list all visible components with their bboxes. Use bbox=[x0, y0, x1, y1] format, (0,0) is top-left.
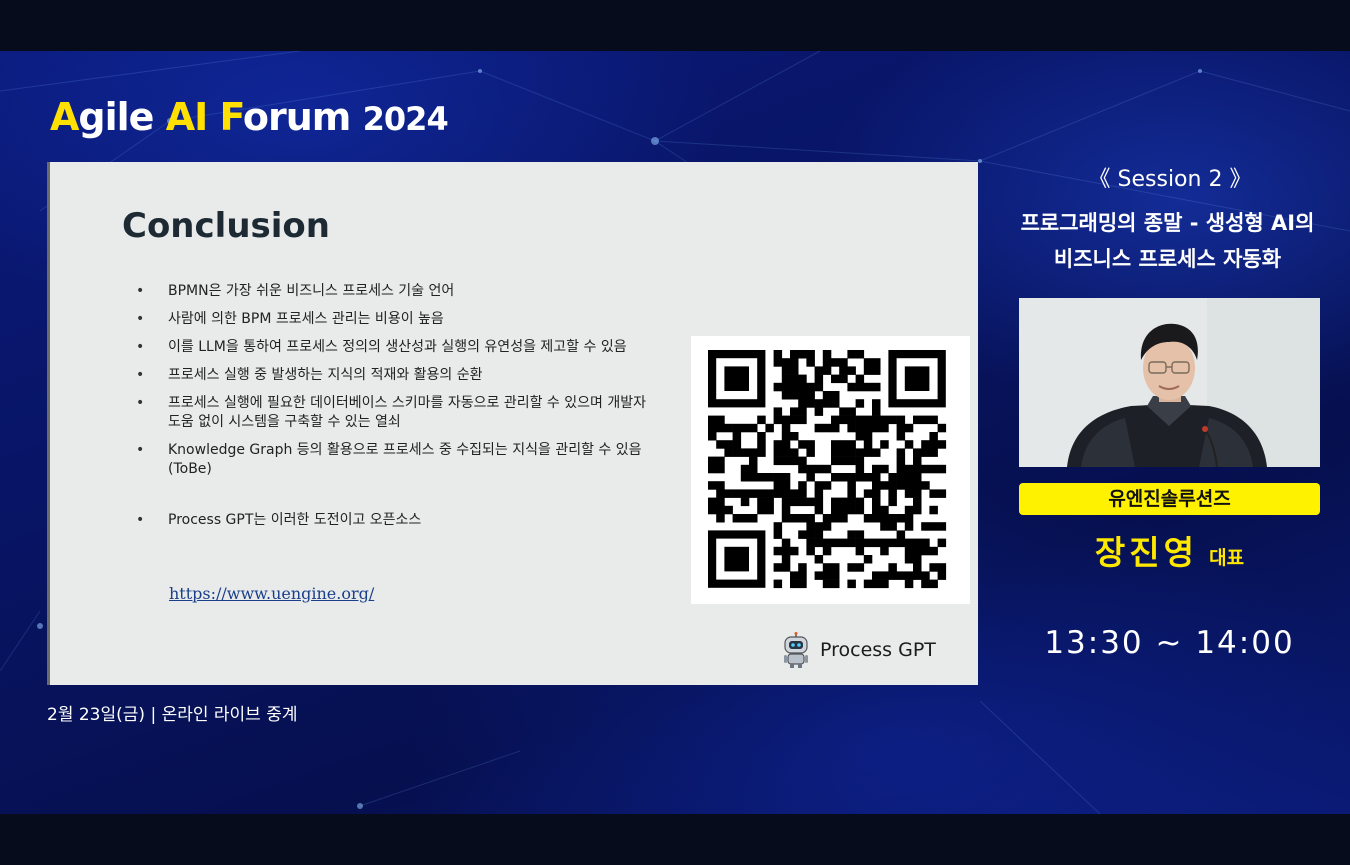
uengine-link[interactable]: https://www.uengine.org/ bbox=[169, 584, 374, 603]
bullet-marker: • bbox=[136, 367, 145, 383]
session-time: 13:30 ~ 14:00 bbox=[1044, 625, 1295, 661]
bullet-marker: • bbox=[136, 283, 145, 299]
letterbox-bottom bbox=[0, 814, 1350, 865]
bullet-text: Knowledge Graph 등의 활용으로 프로세스 중 수집되는 지식을 … bbox=[168, 442, 642, 477]
speaker-video-feed bbox=[1019, 298, 1320, 467]
robot-icon bbox=[784, 632, 808, 668]
bullet-marker: • bbox=[136, 395, 145, 411]
bullet-text: 이를 LLM을 통하여 프로세스 정의의 생산성과 실행의 유연성을 제고할 수… bbox=[168, 339, 627, 355]
title-word-gile: gile bbox=[78, 95, 166, 139]
speaker-role: 대표 bbox=[1209, 547, 1245, 569]
bullet-text: BPMN은 가장 쉬운 비즈니스 프로세스 기술 언어 bbox=[168, 283, 455, 299]
qr-code bbox=[708, 350, 947, 589]
list-item: • 프로세스 실행에 필요한 데이터베이스 스키마를 자동으로 관리할 수 있으며… bbox=[136, 394, 646, 432]
qr-code-panel bbox=[691, 336, 970, 604]
speaker-name: 장진영 bbox=[1094, 533, 1199, 572]
bullet-text: 사람에 의한 BPM 프로세스 관리는 비용이 높음 bbox=[168, 311, 444, 327]
list-item: • Knowledge Graph 등의 활용으로 프로세스 중 수집되는 지식을… bbox=[136, 441, 646, 479]
session-topic: 프로그래밍의 종말 - 생성형 AI의 비즈니스 프로세스 자동화 bbox=[995, 205, 1340, 277]
list-item: • Process GPT는 이러한 도전이고 오픈소스 bbox=[136, 511, 646, 530]
title-word-orum: orum bbox=[242, 95, 363, 139]
brand-label: Process GPT bbox=[820, 639, 936, 661]
bullet-list: • BPMN은 가장 쉬운 비즈니스 프로세스 기술 언어 • 사람에 의한 BPM… bbox=[136, 282, 646, 539]
list-item: • 사람에 의한 BPM 프로세스 관리는 비용이 높음 bbox=[136, 310, 646, 329]
list-item: • 프로세스 실행 중 발생하는 지식의 적재와 활용의 순환 bbox=[136, 366, 646, 385]
session-topic-line: 프로그래밍의 종말 - 생성형 AI의 bbox=[1020, 211, 1315, 235]
title-word-ai: AI bbox=[165, 95, 209, 139]
title-letter-f: F bbox=[219, 95, 243, 139]
bullet-text: 프로세스 실행 중 발생하는 지식의 적재와 활용의 순환 bbox=[168, 367, 483, 383]
speaker-name-block: 장진영 대표 bbox=[1019, 526, 1320, 574]
letterbox-top bbox=[0, 0, 1350, 51]
bullet-marker: • bbox=[136, 311, 145, 327]
session-label: 《 Session 2 》 bbox=[1088, 167, 1252, 192]
bullet-marker: • bbox=[136, 512, 145, 528]
title-letter-a: A bbox=[50, 95, 79, 139]
list-item: • 이를 LLM을 통하여 프로세스 정의의 생산성과 실행의 유연성을 제고할 … bbox=[136, 338, 646, 357]
bullet-marker: • bbox=[136, 442, 145, 458]
slide-heading: Conclusion bbox=[122, 206, 330, 246]
bullet-text: Process GPT는 이러한 도전이고 오픈소스 bbox=[168, 512, 422, 528]
company-badge: 유엔진솔루션즈 bbox=[1019, 483, 1320, 515]
presentation-slide: Conclusion • BPMN은 가장 쉬운 비즈니스 프로세스 기술 언어 … bbox=[47, 162, 978, 685]
session-topic-line: 비즈니스 프로세스 자동화 bbox=[1053, 247, 1282, 271]
event-info: 2월 23일(금) | 온라인 라이브 중계 bbox=[47, 705, 298, 725]
forum-title: Agile AI Forum 2024 bbox=[50, 95, 449, 139]
bullet-marker: • bbox=[136, 339, 145, 355]
bullet-text: 프로세스 실행에 필요한 데이터베이스 스키마를 자동으로 관리할 수 있으며 … bbox=[168, 395, 646, 430]
speaker-silhouette bbox=[1019, 298, 1320, 467]
process-gpt-brand: Process GPT bbox=[780, 632, 936, 668]
list-item: • BPMN은 가장 쉬운 비즈니스 프로세스 기술 언어 bbox=[136, 282, 646, 301]
title-year: 2024 bbox=[362, 100, 449, 138]
